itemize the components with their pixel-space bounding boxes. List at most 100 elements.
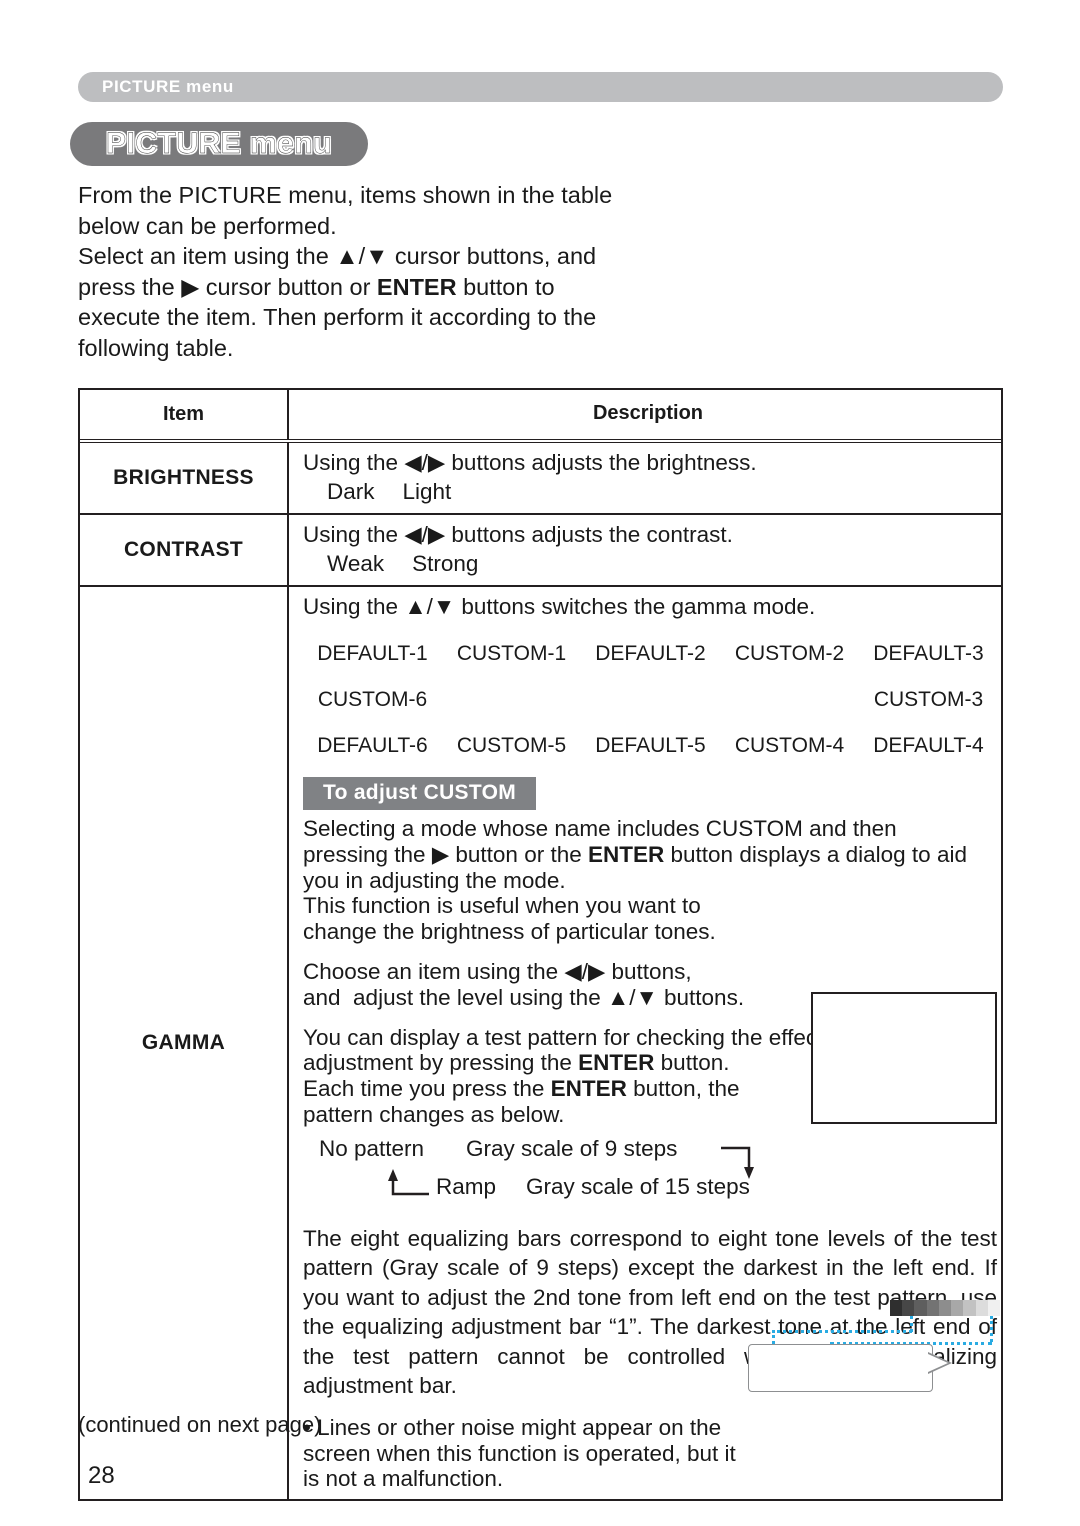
up-down-cursor-icon: ▲/▼ xyxy=(606,984,658,1010)
intro-line-4c: button to xyxy=(456,273,555,300)
custom-p1-line4: This function is useful when you want to xyxy=(303,893,701,919)
table-header-item: Item xyxy=(80,390,289,439)
intro-line-2: below can be performed. xyxy=(78,212,337,239)
gamma-mode-custom-4: CUSTOM-4 xyxy=(734,734,845,757)
contrast-instruction: Using the ◀/▶ buttons adjusts the contra… xyxy=(303,520,993,549)
up-down-cursor-icon: ▲/▼ xyxy=(335,243,389,269)
brightness-instruction: Using the ◀/▶ buttons adjusts the bright… xyxy=(303,448,993,477)
left-right-cursor-icon: ◀/▶ xyxy=(404,522,446,547)
gamma-mode-row-2: CUSTOM-6 CUSTOM-3 xyxy=(303,677,998,723)
custom-p3-line3a: Each time you press the xyxy=(303,1076,551,1102)
page-title: PICTURE menu xyxy=(105,127,333,160)
intro-line-1: From the PICTURE menu, items shown in th… xyxy=(78,182,613,208)
intro-paragraph: From the PICTURE menu, items shown in th… xyxy=(78,180,718,363)
equalizing-bar-callout-graphic xyxy=(742,1298,1000,1398)
callout-bubble xyxy=(748,1344,933,1392)
custom-p3-line1: You can display a test pattern for check… xyxy=(303,1024,899,1050)
contrast-text-b: buttons adjusts the contrast. xyxy=(445,522,733,547)
continued-note: (continued on next page) xyxy=(78,1412,322,1437)
table-header-description-label: Description xyxy=(592,402,704,424)
intro-line-6: following table. xyxy=(78,334,234,361)
custom-p1-line1: Selecting a mode whose name includes CUS… xyxy=(303,816,897,841)
intro-line-4b: cursor button or xyxy=(199,273,377,300)
enter-button-label: ENTER xyxy=(588,841,665,867)
left-right-cursor-icon: ◀/▶ xyxy=(404,450,446,475)
enter-button-label: ENTER xyxy=(376,273,457,300)
intro-line-3a: Select an item using the xyxy=(78,243,336,269)
custom-p1-line2a: pressing the xyxy=(303,841,432,867)
callout-leader-2 xyxy=(772,1330,912,1333)
custom-p1-line2b: button or the xyxy=(449,841,588,867)
gamma-mode-row-1: DEFAULT-1 CUSTOM-1 DEFAULT-2 CUSTOM-2 DE… xyxy=(303,631,998,677)
cycle-arrows-icon xyxy=(388,1146,754,1196)
brightness-low: Dark xyxy=(327,479,375,504)
noise-note-paragraph: • Lines or other noise might appear on t… xyxy=(303,1415,998,1492)
custom-paragraph-1: Selecting a mode whose name includes CUS… xyxy=(303,816,998,945)
running-header: PICTURE menu xyxy=(78,72,1003,102)
custom-p2-line1b: buttons, xyxy=(605,958,692,984)
custom-p1-line5: change the brightness of particular tone… xyxy=(303,919,716,945)
grayscale-gradient-bar xyxy=(890,1300,1000,1316)
running-header-text: PICTURE menu xyxy=(102,77,234,96)
to-adjust-custom-banner: To adjust CUSTOM xyxy=(303,777,537,810)
table-row-brightness: BRIGHTNESS Using the ◀/▶ buttons adjusts… xyxy=(80,443,1001,515)
row-label-contrast: CONTRAST xyxy=(123,538,244,561)
row-label-gamma-cell: GAMMA xyxy=(80,587,289,1500)
gamma-mode-custom-5: CUSTOM-5 xyxy=(456,734,567,757)
right-cursor-icon: ▶ xyxy=(181,273,200,300)
gamma-mode-grid: DEFAULT-1 CUSTOM-1 DEFAULT-2 CUSTOM-2 DE… xyxy=(303,631,998,769)
brightness-text-b: buttons adjusts the brightness. xyxy=(445,450,757,475)
table-header-description: Description xyxy=(289,390,1001,439)
intro-line-3b: cursor buttons, and xyxy=(388,243,597,269)
brightness-text-a: Using the xyxy=(303,450,405,475)
brightness-high: Light xyxy=(402,479,452,504)
custom-p1-line2c: button displays a dialog to aid xyxy=(664,841,967,867)
gamma-mode-default-5: DEFAULT-5 xyxy=(595,734,706,757)
gamma-mode-default-2: DEFAULT-2 xyxy=(595,642,706,665)
gamma-mode-default-1: DEFAULT-1 xyxy=(317,642,428,665)
custom-p3-line3b: button, the xyxy=(626,1076,740,1102)
contrast-low: Weak xyxy=(327,551,385,576)
callout-bubble-tail xyxy=(928,1352,952,1374)
left-right-cursor-icon: ◀/▶ xyxy=(564,958,606,984)
contrast-range: Weak Strong xyxy=(303,549,993,578)
noise-note-line2: screen when this function is operated, b… xyxy=(303,1440,736,1466)
contrast-high: Strong xyxy=(412,551,479,576)
page-title-pill: PICTURE menu xyxy=(70,122,368,166)
gamma-text-b: buttons switches the gamma mode. xyxy=(455,594,816,619)
gamma-mode-row-3: DEFAULT-6 CUSTOM-5 DEFAULT-5 CUSTOM-4 DE… xyxy=(303,723,998,769)
table-header-row: Item Description xyxy=(80,390,1001,443)
gamma-text-a: Using the xyxy=(303,594,405,619)
gamma-instruction: Using the ▲/▼ buttons switches the gamma… xyxy=(303,592,998,621)
enter-button-label: ENTER xyxy=(578,1050,655,1076)
gamma-mode-custom-1: CUSTOM-1 xyxy=(456,642,567,665)
row-description-brightness: Using the ◀/▶ buttons adjusts the bright… xyxy=(289,443,1001,513)
brightness-range: Dark Light xyxy=(303,477,993,506)
row-label-brightness-cell: BRIGHTNESS xyxy=(80,443,289,513)
right-cursor-icon: ▶ xyxy=(431,841,450,867)
custom-p2-line2a: and adjust the level using the xyxy=(303,984,607,1010)
row-description-contrast: Using the ◀/▶ buttons adjusts the contra… xyxy=(289,515,1001,585)
row-label-brightness: BRIGHTNESS xyxy=(113,466,254,489)
page-number: 28 xyxy=(88,1462,115,1489)
gamma-mode-custom-3: CUSTOM-3 xyxy=(873,688,984,711)
gamma-mode-custom-2: CUSTOM-2 xyxy=(734,642,845,665)
contrast-text-a: Using the xyxy=(303,522,405,547)
custom-p2-line1a: Choose an item using the xyxy=(303,958,565,984)
callout-leader-5 xyxy=(990,1316,993,1342)
custom-p1-line3: you in adjusting the mode. xyxy=(303,867,566,893)
row-label-gamma: GAMMA xyxy=(141,1031,226,1055)
row-label-contrast-cell: CONTRAST xyxy=(80,515,289,585)
noise-note-line1: • Lines or other noise might appear on t… xyxy=(303,1414,722,1440)
custom-p3-line4: pattern changes as below. xyxy=(303,1101,565,1127)
table-header-item-label: Item xyxy=(162,403,205,425)
custom-p3-line2a: adjustment by pressing the xyxy=(303,1050,579,1076)
enter-button-label: ENTER xyxy=(550,1076,627,1102)
up-down-cursor-icon: ▲/▼ xyxy=(404,594,456,619)
noise-note-line3: is not a malfunction. xyxy=(303,1466,504,1492)
intro-line-4a: press the xyxy=(78,273,182,300)
gamma-mode-default-3: DEFAULT-3 xyxy=(873,642,984,665)
gamma-mode-default-6: DEFAULT-6 xyxy=(317,734,428,757)
gamma-mode-custom-6: CUSTOM-6 xyxy=(317,688,428,711)
table-row-contrast: CONTRAST Using the ◀/▶ buttons adjusts t… xyxy=(80,515,1001,587)
